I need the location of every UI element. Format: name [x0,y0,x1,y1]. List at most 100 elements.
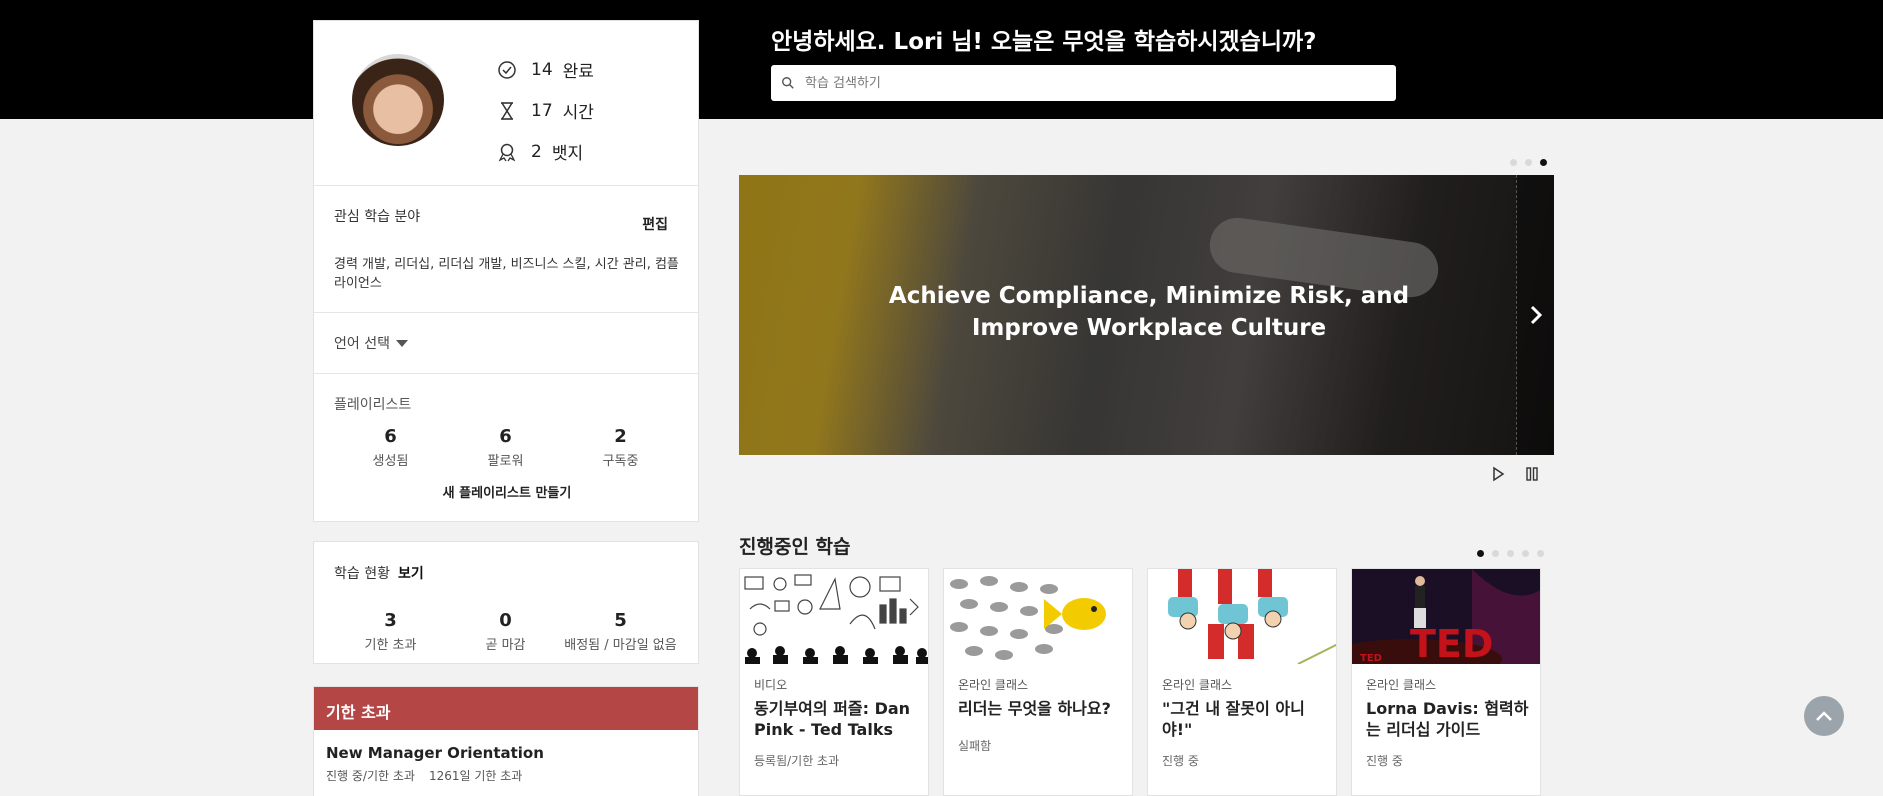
course-thumbnail[interactable] [944,569,1132,664]
status-assigned-value: 5 [614,610,627,631]
search-icon [782,77,794,89]
hourglass-icon [501,101,513,120]
overdue-heading: 기한 초과 [314,687,698,730]
carousel-dot-active[interactable] [1477,550,1484,557]
course-title[interactable]: Lorna Davis: 협력하는 리더십 가이드 [1366,698,1531,740]
course-type: 온라인 클래스 [1366,678,1437,692]
course-card[interactable]: TED TED 온라인 클래스 Lorna Davis: 협력하는 리더십 가이… [1351,568,1541,796]
banner-pagination [1510,159,1547,166]
course-type: 온라인 클래스 [958,678,1029,692]
course-card[interactable]: 비디오 동기부여의 퍼즐: Dan Pink - Ted Talks 등록됨/기… [739,568,929,796]
course-title[interactable]: 동기부여의 퍼즐: Dan Pink - Ted Talks [754,698,919,740]
playlist-title: 플레이리스트 [334,397,412,413]
ted-stage-thumbnail-image: TED TED [1352,569,1540,664]
status-due-soon-label: 곧 마감 [485,638,526,653]
status-due-soon[interactable]: 0 곧 마감 [448,610,563,653]
playlist-subscribed-label: 구독중 [602,454,639,469]
in-progress-pagination [1477,550,1544,557]
overdue-item[interactable]: New Manager Orientation 진행 중/기한 초과 1261일 … [314,730,698,796]
stat-hours-label: 시간 [562,103,594,123]
banner-controls [1490,466,1540,482]
learning-status-card: 학습 현황 보기 3 기한 초과 0 곧 마감 5 배정됨 / 마감일 없음 [313,541,699,664]
course-title[interactable]: 리더는 무엇을 하나요? [958,698,1123,719]
ted-logo-text: TED [1410,622,1493,664]
profile-section: 14 완료 17 시간 2 뱃지 [314,21,698,186]
overdue-item-title[interactable]: New Manager Orientation [326,744,686,762]
course-status: 진행 중 [1366,754,1403,768]
language-select-label: 언어 선택 [334,336,390,352]
stat-badges-label: 뱃지 [551,144,584,164]
playlist-section: 플레이리스트 6 생성됨 6 팔로워 2 구독중 새 플레이리스트 만들기 [314,374,698,521]
course-status: 실패함 [958,739,992,753]
fish-thumbnail-image [950,576,1106,660]
carousel-dot[interactable] [1507,550,1514,557]
top-banner: 안녕하세요. Lori 님! 오늘은 무엇을 학습하시겠습니까? [0,0,1883,119]
playlist-followers-label: 팔로워 [487,454,524,469]
status-due-soon-value: 0 [499,610,512,631]
status-assigned[interactable]: 5 배정됨 / 마감일 없음 [563,610,678,653]
interests-title: 관심 학습 분야 [334,209,421,225]
stat-completed-label: 완료 [562,62,594,82]
course-status: 등록됨/기한 초과 [754,754,840,768]
course-thumbnail[interactable] [1148,569,1336,664]
carousel-dot[interactable] [1492,550,1499,557]
course-thumbnail[interactable] [740,569,928,664]
check-circle-icon [498,60,516,79]
stat-badges-value: 2 [531,141,542,162]
playlist-created-value: 6 [384,426,397,447]
play-icon[interactable] [1490,466,1506,482]
course-status: 진행 중 [1162,754,1199,768]
learning-status-header: 학습 현황 보기 [334,563,424,583]
course-card[interactable]: 온라인 클래스 리더는 무엇을 하나요? 실패함 [943,568,1133,796]
scroll-to-top-button[interactable] [1804,696,1844,736]
learning-status-stats: 3 기한 초과 0 곧 마감 5 배정됨 / 마감일 없음 [314,610,700,653]
course-title[interactable]: "그건 내 잘못이 아니야!" [1162,698,1327,740]
playlist-created-label: 생성됨 [372,454,409,469]
language-section: 언어 선택 [314,313,698,374]
course-type: 비디오 [754,678,788,692]
in-progress-title: 진행중인 학습 [739,536,851,558]
status-overdue[interactable]: 3 기한 초과 [333,610,448,653]
overdue-item-days: 1261일 기한 초과 [428,769,523,783]
course-type: 온라인 클래스 [1162,678,1233,692]
banner-next-button[interactable] [1516,175,1554,455]
interests-section: 관심 학습 분야 편집 경력 개발, 리더십, 리더십 개발, 비즈니스 스킬,… [314,186,698,313]
pause-icon[interactable] [1524,466,1540,482]
search-box[interactable] [771,65,1396,101]
overdue-item-meta: 진행 중/기한 초과 1261일 기한 초과 [326,767,686,784]
carousel-dot[interactable] [1522,550,1529,557]
doodle-thumbnail-image [744,574,928,664]
stat-completed[interactable]: 14 완료 [497,57,594,82]
interests-edit-button[interactable]: 편집 [642,214,668,234]
playlist-subscribed-value: 2 [614,426,627,447]
overdue-item-status: 진행 중/기한 초과 [326,769,415,783]
search-input[interactable] [805,75,1365,91]
playlist-followers-value: 6 [499,426,512,447]
playlist-stat-subscribed[interactable]: 2 구독중 [563,426,678,469]
banner-dot-active[interactable] [1540,159,1547,166]
caret-down-icon [395,339,408,347]
course-thumbnail[interactable]: TED TED [1352,569,1540,664]
featured-banner[interactable]: Achieve Compliance, Minimize Risk, and I… [739,175,1554,455]
banner-dot[interactable] [1510,159,1517,166]
greeting-title: 안녕하세요. Lori 님! 오늘은 무엇을 학습하시겠습니까? [771,29,1317,55]
stat-completed-value: 14 [531,59,553,80]
learning-status-view-link[interactable]: 보기 [398,566,424,582]
course-card[interactable]: 온라인 클래스 "그건 내 잘못이 아니야!" 진행 중 [1147,568,1337,796]
status-overdue-label: 기한 초과 [364,638,417,653]
avatar[interactable] [352,54,444,146]
playlist-stat-followers[interactable]: 6 팔로워 [448,426,563,469]
carousel-dot[interactable] [1537,550,1544,557]
banner-dot[interactable] [1525,159,1532,166]
badge-icon [498,143,516,161]
create-playlist-button[interactable]: 새 플레이리스트 만들기 [314,482,700,501]
banner-title[interactable]: Achieve Compliance, Minimize Risk, and I… [849,280,1449,344]
overdue-card: 기한 초과 New Manager Orientation 진행 중/기한 초과… [313,686,699,796]
profile-card: 14 완료 17 시간 2 뱃지 관심 학습 분야 편집 경력 개발, 리더십,… [313,20,699,522]
stat-hours[interactable]: 17 시간 [497,98,594,123]
interests-text: 경력 개발, 리더십, 리더십 개발, 비즈니스 스킬, 시간 관리, 컴플라이… [334,257,679,291]
learning-status-title: 학습 현황 [334,566,390,582]
playlist-stat-created[interactable]: 6 생성됨 [333,426,448,469]
language-select[interactable]: 언어 선택 [334,333,408,353]
stat-badges[interactable]: 2 뱃지 [497,139,583,164]
